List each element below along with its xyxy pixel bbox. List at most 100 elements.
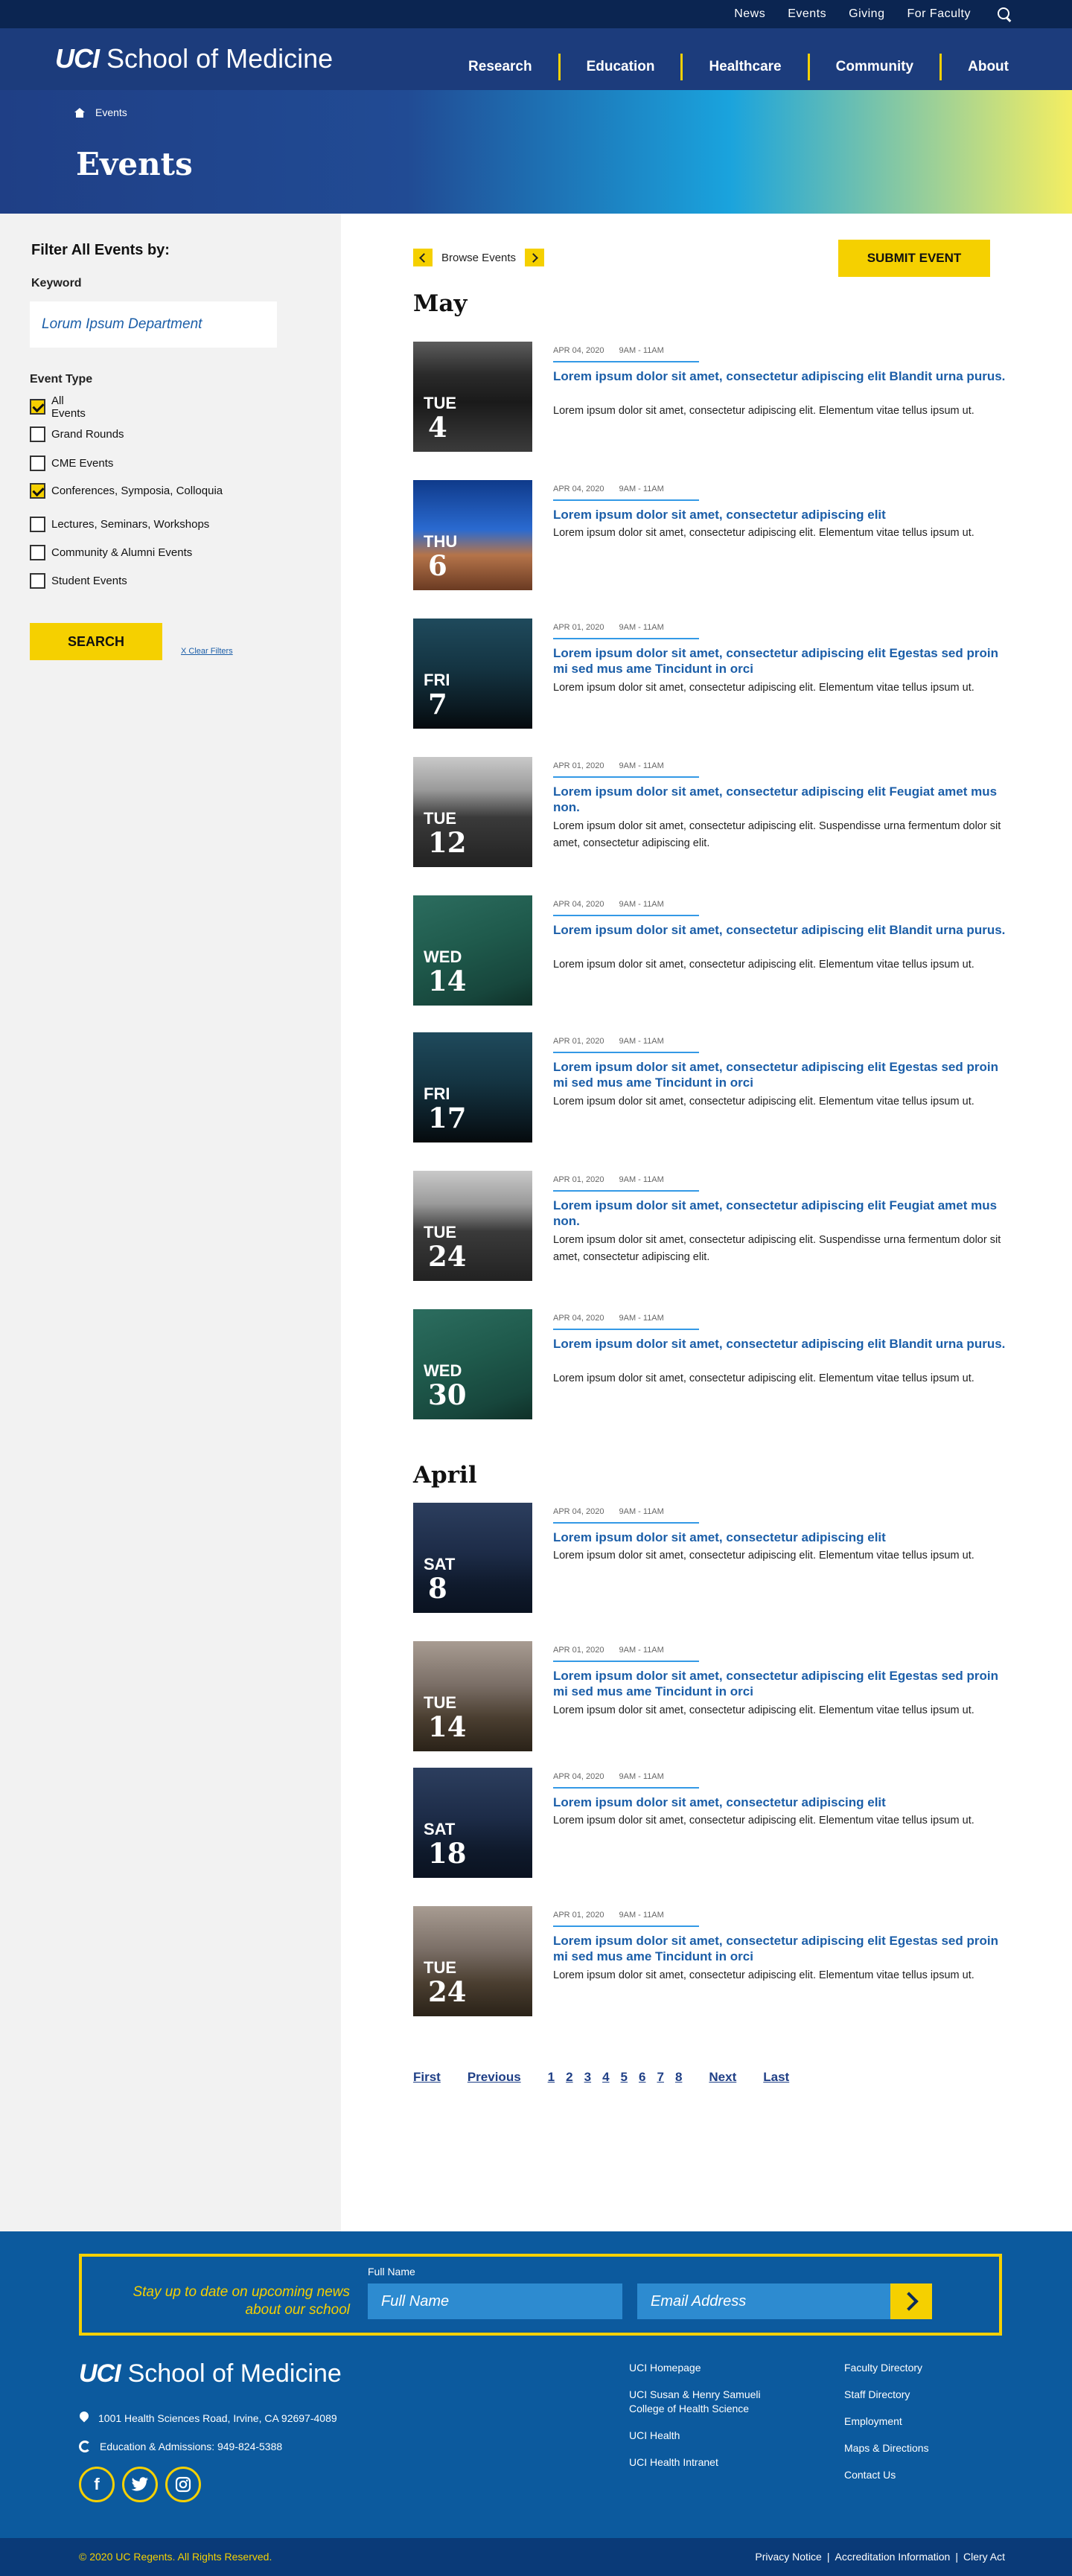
event-title[interactable]: Lorem ipsum dolor sit amet, consectetur … xyxy=(553,1336,1007,1352)
event-image[interactable]: SAT 8 xyxy=(413,1503,532,1613)
accreditation-link[interactable]: Accreditation Information xyxy=(835,2551,950,2563)
utility-link-for-faculty[interactable]: For Faculty xyxy=(907,7,971,21)
checkbox[interactable] xyxy=(30,426,45,442)
event-title[interactable]: Lorem ipsum dolor sit amet, consectetur … xyxy=(553,1933,1007,1964)
event-item[interactable]: FRI 7 APR 01, 2020 9AM - 11AM Lorem ipsum … xyxy=(413,619,998,729)
event-title[interactable]: Lorem ipsum dolor sit amet, consectetur … xyxy=(553,368,1007,384)
nav-research[interactable]: Research xyxy=(442,54,558,80)
event-image[interactable]: TUE 24 xyxy=(413,1171,532,1281)
filter-cme-events[interactable]: CME Events xyxy=(30,455,253,472)
event-image[interactable]: TUE 14 xyxy=(413,1641,532,1751)
footer-link-uci-health-intranet[interactable]: UCI Health Intranet xyxy=(629,2455,785,2470)
event-item[interactable]: TUE 24 APR 01, 2020 9AM - 11AM Lorem ipsum… xyxy=(413,1906,998,2016)
event-title[interactable]: Lorem ipsum dolor sit amet, consectetur … xyxy=(553,784,1007,815)
event-image[interactable]: TUE 24 xyxy=(413,1906,532,2016)
page-previous[interactable]: Previous xyxy=(468,2070,521,2085)
checkbox[interactable] xyxy=(30,517,45,532)
footer-link-samueli-college[interactable]: UCI Susan & Henry Samueli College of Hea… xyxy=(629,2388,785,2416)
event-title[interactable]: Lorem ipsum dolor sit amet, consectetur … xyxy=(553,1059,1007,1090)
page-number[interactable]: 1 xyxy=(548,2070,555,2085)
footer-link-maps-directions[interactable]: Maps & Directions xyxy=(844,2441,993,2455)
nav-healthcare[interactable]: Healthcare xyxy=(680,54,807,80)
privacy-notice-link[interactable]: Privacy Notice xyxy=(755,2551,821,2563)
filter-community-alumni[interactable]: Community & Alumni Events xyxy=(30,544,268,561)
footer-logo[interactable]: UCI School of Medicine xyxy=(79,2359,342,2388)
page-first[interactable]: First xyxy=(413,2070,441,2085)
page-number[interactable]: 8 xyxy=(675,2070,682,2085)
email-input[interactable] xyxy=(637,2283,892,2319)
event-image[interactable]: FRI 7 xyxy=(413,619,532,729)
checkbox[interactable] xyxy=(30,573,45,589)
event-image[interactable]: WED 14 xyxy=(413,895,532,1006)
checkbox[interactable] xyxy=(30,545,45,560)
footer-link-contact-us[interactable]: Contact Us xyxy=(844,2468,993,2482)
prev-arrow-icon[interactable] xyxy=(413,249,433,266)
page-number[interactable]: 3 xyxy=(584,2070,591,2085)
page-number[interactable]: 6 xyxy=(639,2070,645,2085)
utility-link-events[interactable]: Events xyxy=(788,7,826,21)
filter-grand-rounds[interactable]: Grand Rounds xyxy=(30,426,253,443)
footer-link-faculty-directory[interactable]: Faculty Directory xyxy=(844,2361,993,2375)
filter-conferences[interactable]: Conferences, Symposia, Colloquia xyxy=(30,482,268,499)
event-image[interactable]: TUE 4 xyxy=(413,342,532,452)
full-name-input[interactable] xyxy=(368,2283,622,2319)
event-item[interactable]: FRI 17 APR 01, 2020 9AM - 11AM Lorem ipsum… xyxy=(413,1032,998,1142)
checkbox[interactable] xyxy=(30,399,45,415)
filter-lectures[interactable]: Lectures, Seminars, Workshops xyxy=(30,516,268,533)
event-item[interactable]: TUE 24 APR 01, 2020 9AM - 11AM Lorem ipsum… xyxy=(413,1171,1001,1281)
event-item[interactable]: TUE 12 APR 01, 2020 9AM - 11AM Lorem ipsum… xyxy=(413,757,1001,867)
submit-event-button[interactable]: SUBMIT EVENT xyxy=(838,240,990,277)
utility-link-news[interactable]: News xyxy=(734,7,765,21)
event-image[interactable]: THU 6 xyxy=(413,480,532,590)
event-item[interactable]: TUE 4 APR 04, 2020 9AM - 11AM Lorem ipsum … xyxy=(413,342,1005,452)
search-icon[interactable] xyxy=(996,6,1012,22)
utility-link-giving[interactable]: Giving xyxy=(849,7,884,21)
page-number[interactable]: 4 xyxy=(602,2070,609,2085)
instagram-icon[interactable] xyxy=(165,2467,201,2502)
page-number[interactable]: 5 xyxy=(621,2070,628,2085)
event-title[interactable]: Lorem ipsum dolor sit amet, consectetur … xyxy=(553,1530,1007,1545)
footer-link-staff-directory[interactable]: Staff Directory xyxy=(844,2388,993,2402)
event-title[interactable]: Lorem ipsum dolor sit amet, consectetur … xyxy=(553,507,1007,522)
search-button[interactable]: SEARCH xyxy=(30,623,162,660)
event-image[interactable]: SAT 18 xyxy=(413,1768,532,1878)
filter-all-events[interactable]: All Events xyxy=(30,394,86,420)
filter-student-events[interactable]: Student Events xyxy=(30,572,268,589)
event-title[interactable]: Lorem ipsum dolor sit amet, consectetur … xyxy=(553,1794,1007,1810)
event-title[interactable]: Lorem ipsum dolor sit amet, consectetur … xyxy=(553,1198,1007,1229)
home-icon[interactable] xyxy=(74,107,85,118)
event-title[interactable]: Lorem ipsum dolor sit amet, consectetur … xyxy=(553,645,1007,677)
event-image[interactable]: WED 30 xyxy=(413,1309,532,1419)
event-image[interactable]: FRI 17 xyxy=(413,1032,532,1142)
footer-link-uci-health[interactable]: UCI Health xyxy=(629,2429,785,2443)
month-heading: May xyxy=(413,290,468,317)
twitter-icon[interactable] xyxy=(122,2467,158,2502)
footer-link-uci-homepage[interactable]: UCI Homepage xyxy=(629,2361,785,2375)
site-logo[interactable]: UCI School of Medicine xyxy=(55,43,333,74)
nav-about[interactable]: About xyxy=(939,54,1035,80)
event-item[interactable]: THU 6 APR 04, 2020 9AM - 11AM Lorem ipsum … xyxy=(413,480,994,590)
clery-act-link[interactable]: Clery Act xyxy=(963,2551,1005,2563)
event-title[interactable]: Lorem ipsum dolor sit amet, consectetur … xyxy=(553,922,1007,938)
event-item[interactable]: WED 30 APR 04, 2020 9AM - 11AM Lorem ipsum… xyxy=(413,1309,1005,1419)
keyword-input[interactable] xyxy=(30,301,277,348)
event-item[interactable]: SAT 8 APR 04, 2020 9AM - 11AM Lorem ipsum … xyxy=(413,1503,994,1613)
clear-filters-link[interactable]: X Clear Filters xyxy=(181,647,233,656)
nav-community[interactable]: Community xyxy=(807,54,940,80)
checkbox[interactable] xyxy=(30,483,45,499)
newsletter-submit-arrow-icon[interactable] xyxy=(890,2283,932,2319)
event-image[interactable]: TUE 12 xyxy=(413,757,532,867)
footer-link-employment[interactable]: Employment xyxy=(844,2414,993,2429)
facebook-icon[interactable]: f xyxy=(79,2467,115,2502)
page-number[interactable]: 7 xyxy=(657,2070,663,2085)
event-item[interactable]: SAT 18 APR 04, 2020 9AM - 11AM Lorem ipsum… xyxy=(413,1768,994,1878)
event-title[interactable]: Lorem ipsum dolor sit amet, consectetur … xyxy=(553,1668,1007,1699)
page-next[interactable]: Next xyxy=(709,2070,736,2085)
event-item[interactable]: WED 14 APR 04, 2020 9AM - 11AM Lorem ipsum… xyxy=(413,895,1005,1006)
page-number[interactable]: 2 xyxy=(566,2070,572,2085)
page-last[interactable]: Last xyxy=(763,2070,789,2085)
next-arrow-icon[interactable] xyxy=(525,249,545,266)
checkbox[interactable] xyxy=(30,456,45,471)
nav-education[interactable]: Education xyxy=(558,54,681,80)
event-item[interactable]: TUE 14 APR 01, 2020 9AM - 11AM Lorem ipsum… xyxy=(413,1641,998,1751)
